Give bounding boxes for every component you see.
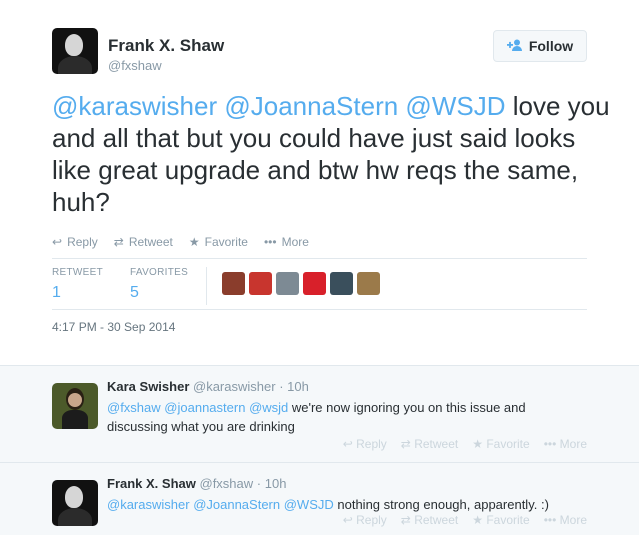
more-button[interactable]: ••• More <box>544 513 587 527</box>
avatar-face <box>68 393 82 407</box>
stats-separator <box>206 267 207 305</box>
mention-link[interactable]: @karaswisher <box>52 91 217 121</box>
reply-header: Kara Swisher @karaswisher · 10h <box>107 379 309 394</box>
reply-avatar[interactable] <box>52 383 98 429</box>
star-icon: ★ <box>472 437 483 451</box>
star-icon: ★ <box>472 513 483 527</box>
tweet-actions: ↩ Reply ⇄ Retweet ★ Favorite ••• More <box>52 235 309 249</box>
reply-actions: ↩ Reply ⇄ Retweet ★ Favorite ••• More <box>343 513 587 527</box>
mention-link[interactable]: @JoannaStern <box>224 91 398 121</box>
divider <box>52 258 587 259</box>
reply-avatar[interactable] <box>52 480 98 526</box>
reply-button[interactable]: ↩ Reply <box>52 235 98 249</box>
avatar-body <box>62 410 88 429</box>
avatar-shoulders <box>58 56 92 74</box>
reply-icon: ↩ <box>342 513 353 527</box>
reply-text: @fxshaw @joannastern @wsjd we're now ign… <box>107 398 577 436</box>
reply-body: nothing strong enough, apparently. :) <box>333 497 549 512</box>
reply-button[interactable]: ↩ Reply <box>343 437 387 451</box>
follow-button[interactable]: Follow <box>493 30 587 62</box>
reply-tweet: Frank X. Shaw @fxshaw · 10h @karaswisher… <box>0 462 639 535</box>
favorite-button[interactable]: ★ Favorite <box>472 513 529 527</box>
reply-button[interactable]: ↩ Reply <box>343 513 387 527</box>
retweet-label: Retweet <box>414 513 459 527</box>
favoriter-avatar[interactable] <box>276 272 299 295</box>
mention-link[interactable]: @wsjd <box>249 400 288 415</box>
retweet-button[interactable]: ⇄ Retweet <box>401 437 458 451</box>
reply-time[interactable]: · 10h <box>279 379 309 394</box>
reply-author-name[interactable]: Kara Swisher <box>107 379 189 394</box>
retweet-label: Retweet <box>128 235 173 249</box>
favorites-stat[interactable]: FAVORITES 5 <box>130 267 188 302</box>
mention-link[interactable]: @karaswisher <box>107 497 190 512</box>
avatar-shoulders <box>58 508 92 526</box>
more-button[interactable]: ••• More <box>264 235 309 249</box>
main-tweet: Frank X. Shaw @fxshaw Follow @karaswishe… <box>0 0 639 365</box>
retweet-stat-label: RETWEET <box>52 267 103 278</box>
more-label: More <box>281 235 309 249</box>
retweet-button[interactable]: ⇄ Retweet <box>401 513 458 527</box>
mention-link[interactable]: @WSJD <box>284 497 334 512</box>
favoriter-avatar[interactable] <box>357 272 380 295</box>
reply-actions: ↩ Reply ⇄ Retweet ★ Favorite ••• More <box>343 437 587 451</box>
avatar-head <box>65 486 83 508</box>
reply-author-handle[interactable]: @karaswisher <box>193 379 276 394</box>
reply-tweet: Kara Swisher @karaswisher · 10h @fxshaw … <box>0 365 639 463</box>
tweet-timestamp[interactable]: 4:17 PM - 30 Sep 2014 <box>52 320 175 334</box>
favorites-count: 5 <box>130 284 139 301</box>
add-user-icon <box>506 39 523 54</box>
more-dots-icon: ••• <box>543 513 557 527</box>
more-dots-icon: ••• <box>543 437 557 451</box>
mention-link[interactable]: @WSJD <box>405 91 505 121</box>
favoriter-avatars <box>222 272 380 295</box>
reply-icon: ↩ <box>52 235 63 249</box>
favorite-label: Favorite <box>204 235 248 249</box>
more-label: More <box>559 437 587 451</box>
follow-label: Follow <box>528 38 574 54</box>
retweet-label: Retweet <box>414 437 459 451</box>
author-name[interactable]: Frank X. Shaw <box>108 36 224 56</box>
avatar-head <box>65 34 83 56</box>
reply-text: @karaswisher @JoannaStern @WSJD nothing … <box>107 495 577 514</box>
retweet-icon: ⇄ <box>400 513 411 527</box>
star-icon: ★ <box>188 235 200 249</box>
retweet-count: 1 <box>52 284 61 301</box>
mention-link[interactable]: @JoannaStern <box>193 497 280 512</box>
retweet-icon: ⇄ <box>113 235 124 249</box>
tweet-text: @karaswisher @JoannaStern @WSJD love you… <box>52 90 612 218</box>
favorite-label: Favorite <box>486 513 530 527</box>
author-avatar[interactable] <box>52 28 98 74</box>
favoriter-avatar[interactable] <box>303 272 326 295</box>
favoriter-avatar[interactable] <box>249 272 272 295</box>
favoriter-avatar[interactable] <box>330 272 353 295</box>
reply-author-handle[interactable]: @fxshaw <box>200 476 254 491</box>
author-handle[interactable]: @fxshaw <box>108 58 162 73</box>
retweet-stat[interactable]: RETWEET 1 <box>52 267 103 302</box>
favorite-button[interactable]: ★ Favorite <box>472 437 529 451</box>
more-dots-icon: ••• <box>263 235 277 249</box>
mention-link[interactable]: @joannastern <box>164 400 245 415</box>
reply-time[interactable]: · 10h <box>257 476 287 491</box>
reply-label: Reply <box>356 437 387 451</box>
favoriter-avatar[interactable] <box>222 272 245 295</box>
more-button[interactable]: ••• More <box>544 437 587 451</box>
favorite-button[interactable]: ★ Favorite <box>189 235 248 249</box>
more-label: More <box>559 513 587 527</box>
divider <box>52 309 587 310</box>
mention-link[interactable]: @fxshaw <box>107 400 161 415</box>
retweet-icon: ⇄ <box>400 437 411 451</box>
favorite-label: Favorite <box>486 437 530 451</box>
retweet-button[interactable]: ⇄ Retweet <box>114 235 173 249</box>
favorites-stat-label: FAVORITES <box>130 267 189 278</box>
reply-header: Frank X. Shaw @fxshaw · 10h <box>107 476 286 491</box>
reply-label: Reply <box>67 235 98 249</box>
reply-author-name[interactable]: Frank X. Shaw <box>107 476 196 491</box>
reply-icon: ↩ <box>342 437 353 451</box>
reply-label: Reply <box>356 513 387 527</box>
